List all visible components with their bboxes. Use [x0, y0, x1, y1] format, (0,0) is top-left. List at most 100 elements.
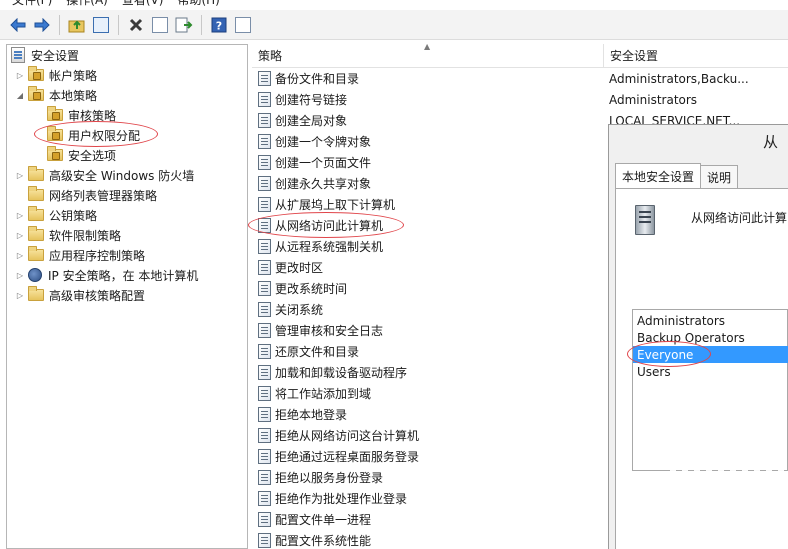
tab-local-security-setting[interactable]: 本地安全设置	[615, 163, 702, 189]
expand-arrow-icon[interactable]: ▷	[15, 231, 25, 240]
policy-name: 创建永久共享对象	[275, 177, 372, 191]
expand-arrow-icon[interactable]: ▷	[15, 71, 25, 80]
table-row[interactable]: 从远程系统强制关机	[252, 236, 383, 257]
tree-item-audit-policy[interactable]: 审核策略	[47, 105, 116, 125]
image-stripes-overlay	[664, 470, 788, 549]
column-header-policy[interactable]: 策略 ▲	[252, 44, 604, 68]
table-row[interactable]: 关闭系统	[252, 299, 323, 320]
toolbar-separator	[118, 14, 119, 35]
view-icon[interactable]	[233, 15, 253, 35]
list-item[interactable]: Administrators	[633, 312, 788, 329]
policy-name: 将工作站添加到域	[275, 387, 372, 401]
table-row[interactable]: 拒绝从网络访问这台计算机	[252, 425, 419, 446]
tree-item-label: 应用程序控制策略	[49, 248, 146, 263]
table-row[interactable]: 从扩展坞上取下计算机	[252, 194, 395, 215]
policy-icon	[258, 323, 271, 338]
tree-item-ip-security[interactable]: ▷ IP 安全策略，在 本地计算机	[15, 265, 198, 285]
tree-item-label: 高级审核策略配置	[49, 288, 146, 303]
user-list[interactable]: Administrators Backup Operators Everyone…	[632, 309, 788, 471]
collapse-arrow-icon[interactable]: ◢	[15, 91, 25, 100]
tree-item-label: 本地策略	[49, 88, 98, 103]
policy-name: 还原文件和目录	[275, 345, 360, 359]
menu-help[interactable]: 帮助(H)	[177, 0, 219, 8]
show-tree-icon[interactable]	[91, 15, 111, 35]
policy-name: 加载和卸载设备驱动程序	[275, 366, 408, 380]
policy-setting: Administrators,Backu...	[609, 71, 749, 86]
tree-item-public-key[interactable]: ▷ 公钥策略	[15, 205, 97, 225]
tree-item-label: 高级安全 Windows 防火墙	[49, 168, 195, 183]
menu-file[interactable]: 文件(F)	[12, 0, 52, 8]
table-row[interactable]: 拒绝作为批处理作业登录	[252, 488, 407, 509]
table-row[interactable]: 拒绝本地登录	[252, 404, 347, 425]
tree-item-local-policy[interactable]: ◢ 本地策略	[15, 85, 97, 105]
menu-action[interactable]: 操作(A)	[66, 0, 108, 8]
table-row[interactable]: 管理审核和安全日志	[252, 320, 383, 341]
expand-arrow-icon[interactable]: ▷	[15, 251, 25, 260]
expand-arrow-icon[interactable]: ▷	[15, 291, 25, 300]
policy-name: 关闭系统	[275, 303, 324, 317]
list-item[interactable]: Backup Operators	[633, 329, 788, 346]
policy-name: 从扩展坞上取下计算机	[275, 198, 396, 212]
table-row[interactable]: 创建永久共享对象	[252, 173, 371, 194]
toolbar-separator	[59, 14, 60, 35]
table-row[interactable]: 将工作站添加到域	[252, 383, 371, 404]
folder-icon	[28, 226, 44, 241]
tree-root-label: 安全设置	[31, 48, 80, 63]
tree-item-software-restriction[interactable]: ▷ 软件限制策略	[15, 225, 121, 245]
column-header-label: 策略	[258, 49, 283, 63]
tree-item-account-policy[interactable]: ▷ 帐户策略	[15, 65, 97, 85]
table-row[interactable]: 创建一个令牌对象	[252, 131, 371, 152]
tree-item-user-rights[interactable]: 用户权限分配	[47, 125, 140, 145]
help-icon[interactable]: ?	[209, 15, 229, 35]
table-row[interactable]: 拒绝以服务身份登录	[252, 467, 383, 488]
tree-item-firewall[interactable]: ▷ 高级安全 Windows 防火墙	[15, 165, 194, 185]
policy-name: 创建一个令牌对象	[275, 135, 372, 149]
table-row[interactable]: 还原文件和目录	[252, 341, 359, 362]
svg-text:?: ?	[216, 19, 222, 32]
policy-icon	[258, 155, 271, 170]
policy-folder-icon	[47, 126, 63, 141]
up-folder-icon[interactable]	[67, 15, 87, 35]
list-item-selected[interactable]: Everyone	[633, 346, 788, 363]
expand-arrow-icon[interactable]: ▷	[15, 211, 25, 220]
menu-view[interactable]: 查看(V)	[122, 0, 164, 8]
policy-setting: Administrators	[609, 92, 698, 107]
expand-arrow-icon[interactable]: ▷	[15, 271, 25, 280]
table-row-selected[interactable]: 从网络访问此计算机	[252, 215, 383, 236]
expand-arrow-icon[interactable]: ▷	[15, 171, 25, 180]
tree-item-network-list[interactable]: 网络列表管理器策略	[28, 185, 157, 205]
table-row[interactable]: 创建一个页面文件	[252, 152, 371, 173]
policy-icon	[258, 512, 271, 527]
properties-icon[interactable]	[150, 15, 170, 35]
policy-name: 配置文件单一进程	[275, 513, 372, 527]
tree-item-advanced-audit[interactable]: ▷ 高级审核策略配置	[15, 285, 145, 305]
table-row[interactable]: 配置文件系统性能	[252, 530, 371, 549]
export-icon[interactable]	[174, 15, 194, 35]
policy-folder-icon	[28, 66, 44, 81]
table-row[interactable]: 加载和卸载设备驱动程序	[252, 362, 407, 383]
policy-name: 更改系统时间	[275, 282, 348, 296]
table-row[interactable]: 创建全局对象	[252, 110, 347, 131]
table-row[interactable]: 备份文件和目录	[252, 68, 359, 89]
table-row[interactable]: 创建符号链接	[252, 89, 347, 110]
table-row[interactable]: 拒绝通过远程桌面服务登录	[252, 446, 419, 467]
column-header-setting[interactable]: 安全设置	[604, 44, 788, 68]
back-icon[interactable]	[8, 15, 28, 35]
table-row[interactable]: 更改时区	[252, 257, 323, 278]
table-row[interactable]: 配置文件单一进程	[252, 509, 371, 530]
list-item[interactable]: Users	[633, 363, 788, 380]
policy-name: 备份文件和目录	[275, 72, 360, 86]
folder-icon	[28, 206, 44, 221]
tree-root[interactable]: 安全设置	[11, 45, 79, 65]
policy-icon	[258, 281, 271, 296]
policy-icon	[258, 134, 271, 149]
tree-item-app-control[interactable]: ▷ 应用程序控制策略	[15, 245, 145, 265]
tree-item-security-options[interactable]: 安全选项	[47, 145, 116, 165]
forward-icon[interactable]	[32, 15, 52, 35]
dialog-tabs: 本地安全设置 说明	[615, 163, 739, 189]
tab-explain[interactable]: 说明	[700, 165, 739, 189]
folder-icon	[28, 186, 44, 201]
policy-icon	[258, 344, 271, 359]
table-row[interactable]: 更改系统时间	[252, 278, 347, 299]
delete-icon[interactable]	[126, 15, 146, 35]
